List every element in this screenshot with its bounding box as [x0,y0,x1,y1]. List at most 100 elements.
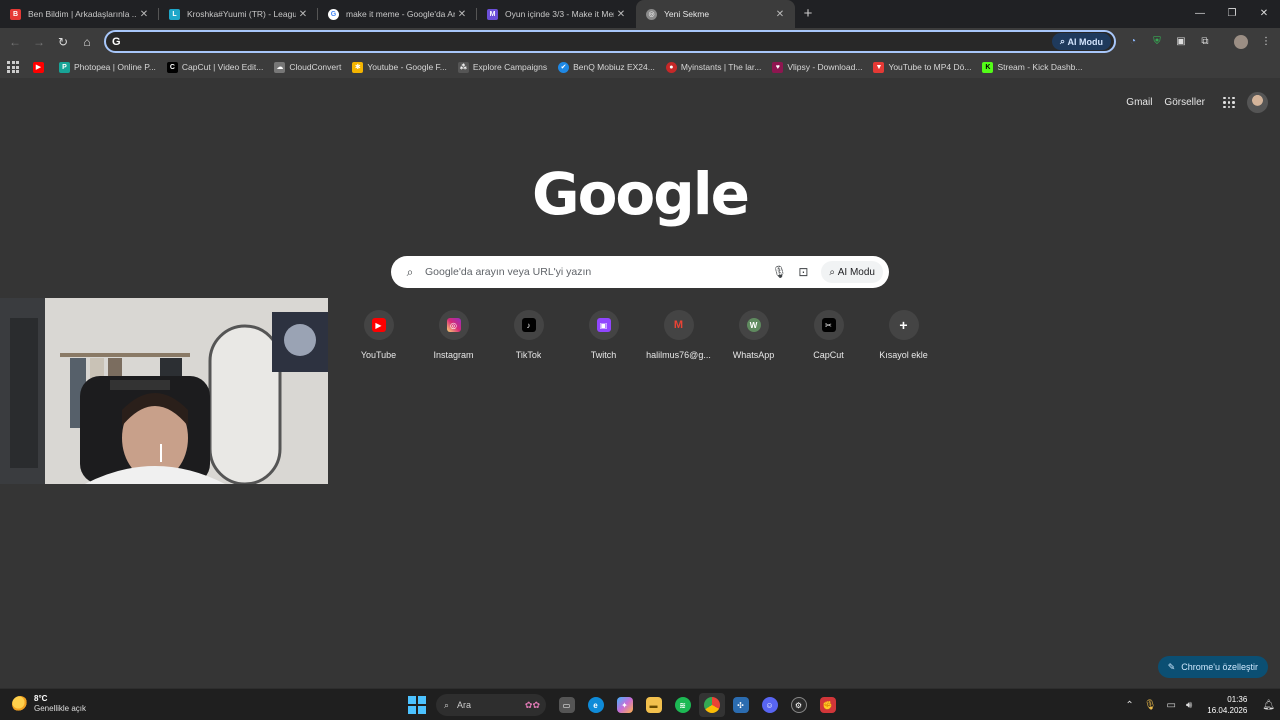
myinstants-icon: ● [665,61,677,73]
ai-mode-button[interactable]: ⌕ AI Modu [821,261,883,283]
verified-icon: ✔ [558,61,570,73]
weather-temperature: 8°C [34,694,48,703]
file-explorer-icon[interactable]: ▬ [641,693,667,717]
close-window-button[interactable]: ✕ [1248,0,1280,28]
tab-favicon: L [169,8,180,20]
bookmark-label: Stream - Kick Dashb... [997,62,1083,72]
task-view-icon[interactable]: ▭ [554,693,580,717]
ai-mode-label: AI Modu [1067,36,1104,47]
close-icon[interactable]: ✕ [614,9,628,20]
chevron-up-icon[interactable]: ⌃ [1125,700,1133,711]
campaigns-icon: ⁂ [457,61,469,73]
bookmark-vlipsy[interactable]: ♥ Vlipsy - Download... [772,61,862,73]
new-tab-button[interactable]: + [795,0,821,28]
tab-title: make it meme - Google'da Ara [346,9,455,19]
close-icon[interactable]: ✕ [296,9,310,20]
bookmark-kick[interactable]: K Stream - Kick Dashb... [982,61,1083,73]
bookmark-capcut[interactable]: C CapCut | Video Edit... [166,61,264,73]
windows-taskbar: 8°C Genellikle açık ⌕ Ara ✿✿ ▭ e ✦ ▬ ≋ ✣ ☺… [0,688,1280,720]
shortcut-instagram[interactable]: ◎ Instagram [416,310,491,360]
network-app-icon[interactable]: ✣ [728,693,754,717]
shortcut-add[interactable]: + Kısayol ekle [866,310,941,360]
tab-favicon: M [487,8,498,20]
shortcut-label: Instagram [433,350,474,360]
images-link[interactable]: Görseller [1164,97,1205,108]
tab-strip: B Ben Bildim | Arkadaşlarınla ... ✕ L Kr… [0,0,1280,28]
forward-button[interactable]: → [27,35,51,49]
bookmark-youtube[interactable]: ▶ [33,61,48,73]
shortcut-youtube[interactable]: ▶ YouTube [341,310,416,360]
tab-title: Yeni Sekme [664,9,710,19]
shield-extension-icon[interactable]: ⛨ [1148,33,1166,51]
tab-title: Kroshka#Yuumi (TR) - LeagueOf... [187,9,296,19]
browser-toolbar: ← → ↻ ⌂ G ⌕ AI Modu ◔ ⛨ ▣ ⧉ ⋮ [0,28,1280,56]
restore-button[interactable]: ❐ [1216,0,1248,28]
shortcut-tiktok[interactable]: ♪ TikTok [491,310,566,360]
steam-icon[interactable]: ⚙ [786,693,812,717]
search-input[interactable] [425,266,768,278]
bookmark-photopea[interactable]: P Photopea | Online P... [59,61,156,73]
apps-grid-icon[interactable] [7,61,19,73]
spotify-icon[interactable]: ≋ [670,693,696,717]
volume-icon[interactable]: 🔊︎ [1186,700,1192,711]
google-logo: Google [531,160,750,228]
extension-icon[interactable]: ▣ [1172,33,1190,51]
network-icon[interactable]: ▭ [1166,700,1175,711]
google-icon: G [328,8,339,20]
account-avatar[interactable] [1247,92,1268,113]
minimize-button[interactable]: — [1184,0,1216,28]
reload-button[interactable]: ↻ [51,35,75,49]
search-box[interactable]: ⌕ 🎙︎ ⊡ ⌕ AI Modu [391,256,889,288]
bookmark-youtube-mp4[interactable]: ▼ YouTube to MP4 Dö... [873,61,971,73]
tab-ben-bildim[interactable]: B Ben Bildim | Arkadaşlarınla ... ✕ [0,0,159,28]
close-icon[interactable]: ✕ [773,9,787,20]
shortcut-whatsapp[interactable]: W WhatsApp [716,310,791,360]
bookmark-label: CloudConvert [289,62,342,72]
bookmark-benq[interactable]: ✔ BenQ Mobiuz EX24... [558,61,655,73]
home-button[interactable]: ⌂ [75,35,99,49]
menu-icon[interactable]: ⋮ [1257,33,1275,51]
ai-mode-button[interactable]: ⌕ AI Modu [1051,33,1111,50]
bookmark-google-fonts[interactable]: ✱ Youtube - Google F... [352,61,447,73]
taskbar-clock[interactable]: 01:36 16.04.2026 [1202,694,1252,716]
header-links: Gmail Görseller [1114,92,1268,113]
windows-start-icon[interactable] [408,696,426,714]
tab-title: Ben Bildim | Arkadaşlarınla ... [28,9,137,19]
shortcuts-row: ▶ YouTube ◎ Instagram ♪ TikTok ▣ Twitch … [341,310,941,360]
tab-make-it-meme[interactable]: M Oyun içinde 3/3 - Make it Meme ✕ [477,0,636,28]
tab-leagueofgraphs[interactable]: L Kroshka#Yuumi (TR) - LeagueOf... ✕ [159,0,318,28]
close-icon[interactable]: ✕ [137,9,151,20]
back-button[interactable]: ← [3,35,27,49]
puzzle-icon[interactable]: ⧉ [1196,33,1214,51]
gmail-link[interactable]: Gmail [1126,97,1152,108]
taskbar-search[interactable]: ⌕ Ara ✿✿ [436,694,546,716]
copilot-icon[interactable]: ✦ [612,693,638,717]
microphone-icon[interactable]: 🎙︎ [767,265,791,279]
twitch-icon: ▣ [596,318,611,332]
chrome-icon[interactable] [698,693,725,717]
bookmark-label: CapCut | Video Edit... [181,62,264,72]
close-icon[interactable]: ✕ [455,9,469,20]
tab-google-search[interactable]: G make it meme - Google'da Ara ✕ [318,0,477,28]
bookmark-cloudconvert[interactable]: ☁ CloudConvert [274,61,342,73]
profile-avatar[interactable] [1232,33,1250,51]
notification-bell-icon[interactable]: 🔔︎ [1262,700,1275,711]
bookmark-myinstants[interactable]: ● Myinstants | The lar... [665,61,761,73]
shortcut-gmail[interactable]: M halilmus76@g... [641,310,716,360]
riot-client-icon[interactable]: ✊ [815,693,841,717]
bookmark-explore-campaigns[interactable]: ⁂ Explore Campaigns [457,61,547,73]
tab-new-tab[interactable]: ◎ Yeni Sekme ✕ [636,0,795,28]
customize-chrome-button[interactable]: ✎ Chrome'u özelleştir [1157,656,1268,678]
weather-widget[interactable]: 8°C Genellikle açık [12,694,86,714]
shortcut-capcut[interactable]: ✂ CapCut [791,310,866,360]
address-bar[interactable]: G ⌕ AI Modu [104,30,1116,53]
microphone-icon[interactable]: 🎙︎ [1144,700,1157,711]
shortcut-twitch[interactable]: ▣ Twitch [566,310,641,360]
address-input[interactable] [126,35,1052,48]
google-apps-icon[interactable] [1223,96,1235,109]
discord-icon[interactable]: ☺ [757,693,783,717]
google-lens-icon[interactable]: ⊡ [791,265,815,279]
webcam-feed [0,298,328,484]
audio-extension-icon[interactable]: ◔ [1124,33,1142,51]
edge-icon[interactable]: e [583,693,609,717]
